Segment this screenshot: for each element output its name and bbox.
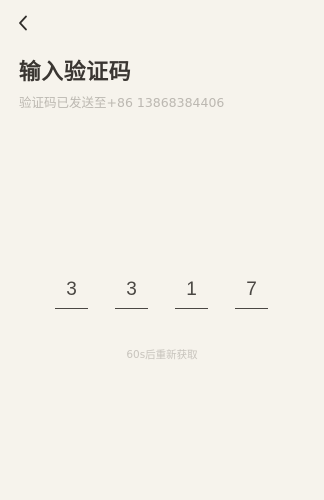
resend-countdown: 60s后重新获取 bbox=[126, 349, 198, 361]
code-digit-1[interactable]: 3 bbox=[55, 278, 88, 309]
code-input-group[interactable]: 3 3 1 7 bbox=[55, 278, 269, 309]
verification-code-screen: 输入验证码 验证码已发送至+86 13868384406 3 3 1 7 60s… bbox=[0, 0, 324, 500]
code-sent-message: 验证码已发送至+86 13868384406 bbox=[19, 92, 224, 111]
chevron-left-icon bbox=[18, 15, 28, 31]
code-digit-2[interactable]: 3 bbox=[115, 278, 148, 309]
code-sent-prefix: 验证码已发送至 bbox=[19, 95, 107, 110]
code-digit-3[interactable]: 1 bbox=[175, 278, 208, 309]
phone-number: +86 13868384406 bbox=[106, 95, 225, 110]
code-digit-4[interactable]: 7 bbox=[235, 278, 268, 309]
page-title: 输入验证码 bbox=[19, 60, 132, 85]
back-button[interactable] bbox=[13, 12, 33, 34]
